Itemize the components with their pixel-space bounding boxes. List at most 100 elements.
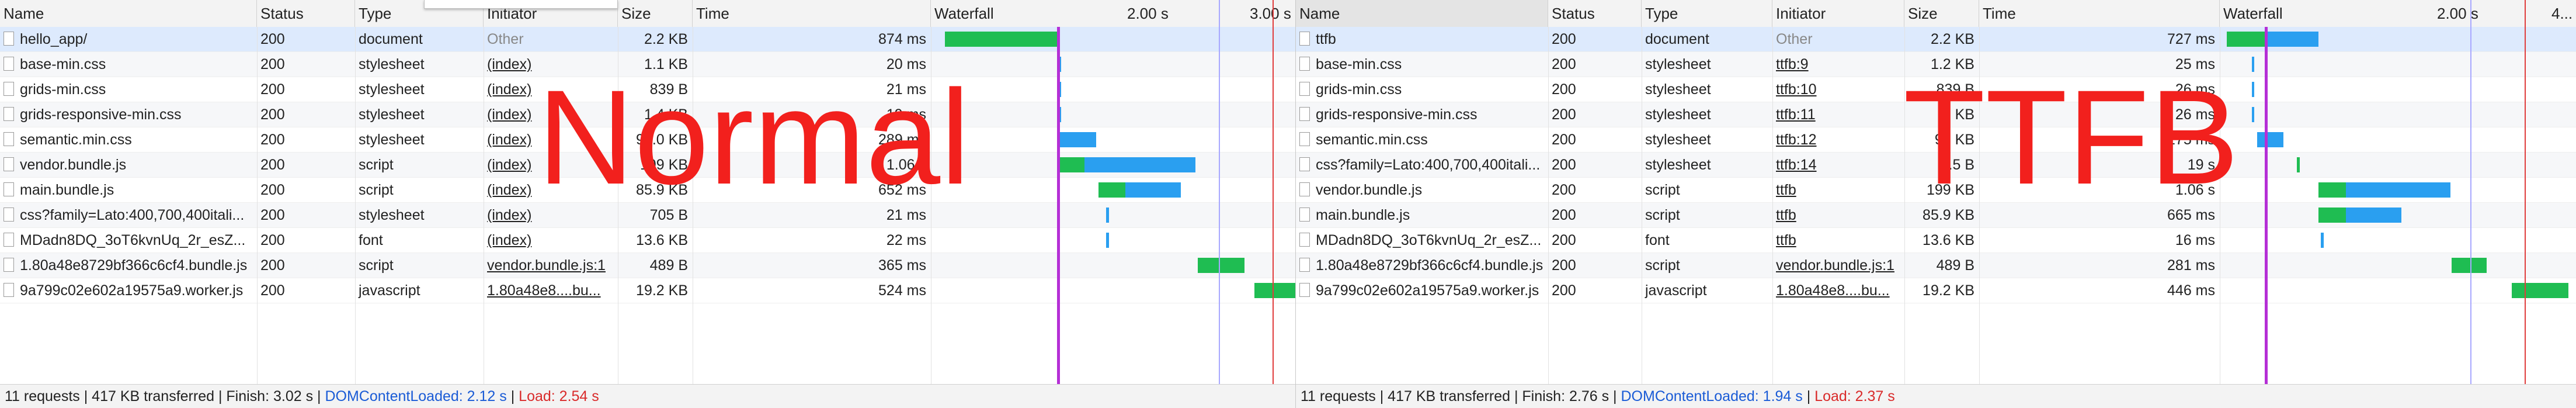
request-initiator[interactable]: (index)	[484, 127, 618, 152]
request-row[interactable]: grids-responsive-min.css 200 stylesheet ttf…	[1296, 102, 2576, 127]
request-row[interactable]: vendor.bundle.js 200 script ttfb 199 KB 1.06 …	[1296, 178, 2576, 203]
request-name-cell[interactable]: vendor.bundle.js	[0, 153, 257, 177]
request-name-cell[interactable]: vendor.bundle.js	[1296, 178, 1548, 202]
request-name-cell[interactable]: css?family=Lato:400,700,400itali...	[0, 203, 257, 227]
request-name-cell[interactable]: grids-min.css	[1296, 77, 1548, 102]
request-name-cell[interactable]: 9a799c02e602a19575a9.worker.js	[1296, 278, 1548, 303]
request-initiator[interactable]: (index)	[484, 153, 618, 177]
request-initiator[interactable]: ttfb:14	[1772, 153, 1904, 177]
request-row[interactable]: 9a799c02e602a19575a9.worker.js 200 javascr…	[1296, 278, 2576, 303]
request-row[interactable]: css?family=Lato:400,700,400itali... 200 st…	[1296, 153, 2576, 178]
request-name-cell[interactable]: hello_app/	[0, 27, 257, 51]
request-row[interactable]: 1.80a48e8729bf366c6cf4.bundle.js 200 scrip…	[1296, 253, 2576, 278]
waterfall-bar-wait[interactable]	[2318, 208, 2346, 223]
request-row[interactable]: base-min.css 200 stylesheet ttfb:9 1.2 KB 25 …	[1296, 52, 2576, 77]
request-name-cell[interactable]: grids-responsive-min.css	[0, 102, 257, 127]
request-initiator[interactable]: ttfb:11	[1772, 102, 1904, 127]
request-name-cell[interactable]: MDadn8DQ_3oT6kvnUq_2r_esZ...	[0, 228, 257, 253]
request-initiator[interactable]: (index)	[484, 102, 618, 127]
waterfall-bar-recv[interactable]	[2252, 57, 2255, 72]
request-name-cell[interactable]: main.bundle.js	[1296, 203, 1548, 227]
waterfall-bar-recv[interactable]	[2252, 107, 2255, 122]
request-name-cell[interactable]: base-min.css	[1296, 52, 1548, 77]
waterfall-bar-wait[interactable]	[2512, 283, 2568, 298]
column-header-initiator[interactable]: Initiator	[1772, 0, 1904, 27]
request-row[interactable]: semantic.min.css 200 stylesheet (index) 93.0…	[0, 127, 1295, 153]
request-name-cell[interactable]: grids-min.css	[0, 77, 257, 102]
request-row[interactable]: base-min.css 200 stylesheet (index) 1.1 KB 20…	[0, 52, 1295, 77]
request-initiator[interactable]: ttfb:9	[1772, 52, 1904, 77]
waterfall-bar-recv[interactable]	[2321, 233, 2324, 248]
request-initiator[interactable]: (index)	[484, 203, 618, 227]
request-name-cell[interactable]: 1.80a48e8729bf366c6cf4.bundle.js	[1296, 253, 1548, 278]
request-initiator[interactable]: 1.80a48e8....bu...	[484, 278, 618, 303]
waterfall-bar-wait[interactable]	[1058, 157, 1084, 172]
waterfall-bar-recv[interactable]	[1058, 132, 1096, 147]
request-row[interactable]: semantic.min.css 200 stylesheet ttfb:12 93 K…	[1296, 127, 2576, 153]
request-row[interactable]: MDadn8DQ_3oT6kvnUq_2r_esZ... 200 font ttfb 1…	[1296, 228, 2576, 253]
waterfall-bar-recv[interactable]	[1084, 157, 1195, 172]
waterfall-bar-recv[interactable]	[1106, 208, 1109, 223]
request-row[interactable]: grids-min.css 200 stylesheet (index) 839 B 21…	[0, 77, 1295, 102]
request-row[interactable]: vendor.bundle.js 200 script (index) 199 KB 1.…	[0, 153, 1295, 178]
waterfall-bar-recv[interactable]	[1125, 182, 1181, 198]
request-row[interactable]: css?family=Lato:400,700,400itali... 200 st…	[0, 203, 1295, 228]
request-name-cell[interactable]: MDadn8DQ_3oT6kvnUq_2r_esZ...	[1296, 228, 1548, 253]
column-header-name[interactable]: Name	[1296, 0, 1548, 27]
request-initiator[interactable]: ttfb:10	[1772, 77, 1904, 102]
request-initiator[interactable]: (index)	[484, 178, 618, 202]
waterfall-bar-recv[interactable]	[2257, 132, 2283, 147]
waterfall-bar-recv[interactable]	[2346, 208, 2401, 223]
waterfall-bar-recv[interactable]	[2264, 32, 2318, 47]
request-row[interactable]: MDadn8DQ_3oT6kvnUq_2r_esZ... 200 font (inde…	[0, 228, 1295, 253]
request-name-cell[interactable]: semantic.min.css	[0, 127, 257, 152]
waterfall-bar-wait[interactable]	[2227, 32, 2265, 47]
request-initiator[interactable]: (index)	[484, 52, 618, 77]
request-name-cell[interactable]: grids-responsive-min.css	[1296, 102, 1548, 127]
request-initiator[interactable]: ttfb:12	[1772, 127, 1904, 152]
column-header-size[interactable]: Size	[1904, 0, 1979, 27]
request-initiator[interactable]: vendor.bundle.js:1	[484, 253, 618, 278]
waterfall-bar-recv[interactable]	[2346, 182, 2450, 198]
waterfall-bar-wait[interactable]	[1254, 283, 1295, 298]
request-initiator[interactable]: (index)	[484, 77, 618, 102]
request-initiator[interactable]: ttfb	[1772, 178, 1904, 202]
waterfall-bar-wait[interactable]	[2451, 258, 2487, 273]
request-row[interactable]: main.bundle.js 200 script (index) 85.9 KB 652…	[0, 178, 1295, 203]
waterfall-bar-wait[interactable]	[2318, 182, 2346, 198]
waterfall-bar-recv[interactable]	[1106, 233, 1109, 248]
request-initiator[interactable]: 1.80a48e8....bu...	[1772, 278, 1904, 303]
request-initiator[interactable]: ttfb	[1772, 228, 1904, 253]
waterfall-bar-wait[interactable]	[1098, 182, 1126, 198]
column-header-status[interactable]: Status	[1548, 0, 1642, 27]
request-initiator[interactable]: vendor.bundle.js:1	[1772, 253, 1904, 278]
column-header-time[interactable]: Time	[693, 0, 931, 27]
request-row[interactable]: grids-responsive-min.css 200 stylesheet (in…	[0, 102, 1295, 127]
request-name-cell[interactable]: semantic.min.css	[1296, 127, 1548, 152]
request-name-cell[interactable]: css?family=Lato:400,700,400itali...	[1296, 153, 1548, 177]
column-header-waterfall[interactable]: Waterfall	[931, 0, 1295, 27]
request-row[interactable]: grids-min.css 200 stylesheet ttfb:10 839 B 26…	[1296, 77, 2576, 102]
waterfall-bar-wait[interactable]	[2297, 157, 2300, 172]
request-row[interactable]: ttfb 200 document Other 2.2 KB 727 ms	[1296, 27, 2576, 52]
column-header-name[interactable]: Name	[0, 0, 257, 27]
column-header-size[interactable]: Size	[618, 0, 693, 27]
request-name-cell[interactable]: ttfb	[1296, 27, 1548, 51]
request-name-cell[interactable]: 1.80a48e8729bf366c6cf4.bundle.js	[0, 253, 257, 278]
request-initiator[interactable]: ttfb	[1772, 203, 1904, 227]
column-header-type[interactable]: Type	[1642, 0, 1772, 27]
request-name-cell[interactable]: base-min.css	[0, 52, 257, 77]
waterfall-bar-recv[interactable]	[2252, 82, 2255, 97]
request-name-cell[interactable]: 9a799c02e602a19575a9.worker.js	[0, 278, 257, 303]
request-row[interactable]: 9a799c02e602a19575a9.worker.js 200 javascr…	[0, 278, 1295, 303]
request-name-cell[interactable]: main.bundle.js	[0, 178, 257, 202]
column-header-time[interactable]: Time	[1979, 0, 2220, 27]
waterfall-bar-wait[interactable]	[1198, 258, 1244, 273]
request-initiator[interactable]: (index)	[484, 228, 618, 253]
waterfall-bar-wait[interactable]	[945, 32, 1058, 47]
request-row[interactable]: main.bundle.js 200 script ttfb 85.9 KB 665 ms	[1296, 203, 2576, 228]
request-row[interactable]: hello_app/200 document Other 2.2 KB 874 ms	[0, 27, 1295, 52]
column-header-status[interactable]: Status	[257, 0, 355, 27]
request-row[interactable]: 1.80a48e8729bf366c6cf4.bundle.js 200 scrip…	[0, 253, 1295, 278]
column-header-waterfall[interactable]: Waterfall	[2220, 0, 2576, 27]
